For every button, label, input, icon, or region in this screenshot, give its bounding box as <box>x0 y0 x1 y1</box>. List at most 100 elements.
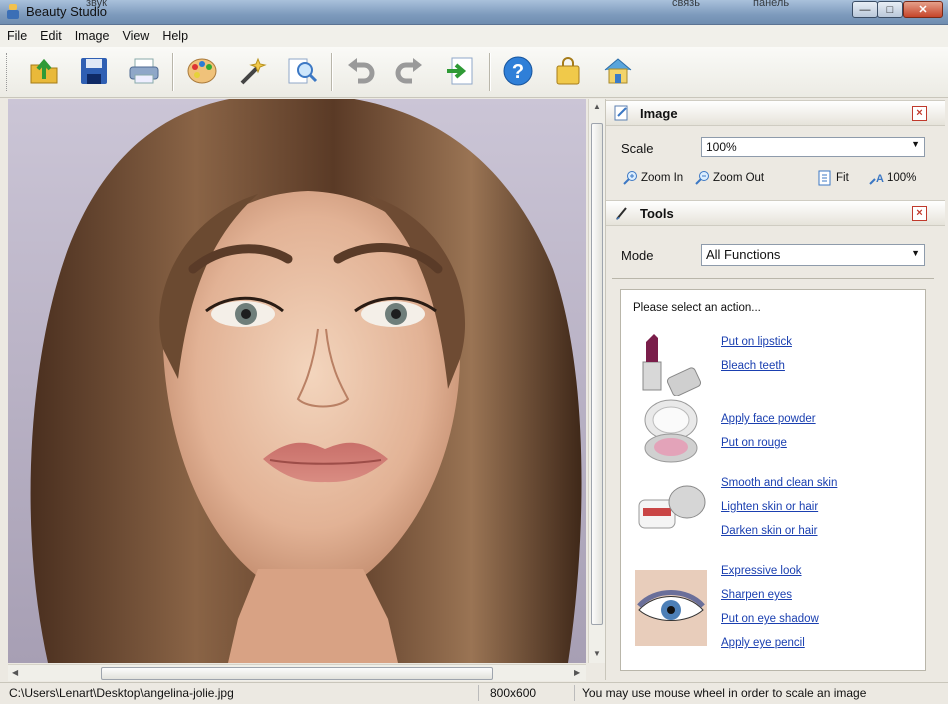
menu-help[interactable]: Help <box>155 25 194 43</box>
status-tip: You may use mouse wheel in order to scal… <box>582 686 867 700</box>
scale-value: 100% <box>706 140 737 154</box>
zoom-in-button[interactable]: Zoom In <box>622 170 683 186</box>
tools-section-header[interactable]: Tools × <box>606 200 945 226</box>
sharpen-eyes-link[interactable]: Sharpen eyes <box>721 589 792 601</box>
divider <box>612 278 934 279</box>
open-button[interactable] <box>26 53 62 89</box>
put-on-rouge-link[interactable]: Put on rouge <box>721 437 787 449</box>
status-dimensions: 800x600 <box>490 686 537 700</box>
chevron-down-icon: ▼ <box>911 139 920 149</box>
lipstick-icon <box>642 334 702 396</box>
shop-button[interactable] <box>550 53 586 89</box>
portrait-photo <box>8 99 586 663</box>
close-image-section-button[interactable]: × <box>912 106 927 121</box>
background-label: панель <box>753 0 790 9</box>
status-divider <box>478 685 479 701</box>
eye-icon <box>635 570 707 646</box>
lighten-skin-or-hair-link[interactable]: Lighten skin or hair <box>721 501 818 513</box>
magic-wand-icon <box>240 57 267 85</box>
toolbar-grip[interactable] <box>6 53 10 91</box>
expressive-look-link[interactable]: Expressive look <box>721 565 802 577</box>
menu-file[interactable]: File <box>0 25 33 43</box>
status-divider <box>574 685 575 701</box>
status-file-path: C:\Users\Lenart\Desktop\angelina-jolie.j… <box>9 686 234 700</box>
scroll-left-icon[interactable]: ◀ <box>12 668 18 677</box>
put-on-lipstick-link[interactable]: Put on lipstick <box>721 336 792 348</box>
apply-face-powder-link[interactable]: Apply face powder <box>721 413 816 425</box>
background-label: связь <box>672 0 700 9</box>
brush-icon <box>616 207 627 220</box>
close-icon: ✕ <box>918 4 928 16</box>
scale-select[interactable]: 100% ▼ <box>701 137 925 157</box>
image-canvas[interactable] <box>8 99 586 663</box>
image-section-title: Image <box>640 106 678 121</box>
undo-button[interactable] <box>342 53 378 89</box>
actual-size-label: 100% <box>887 172 917 184</box>
undo-icon <box>348 58 375 84</box>
menu-edit[interactable]: Edit <box>33 25 68 43</box>
shop-bag-icon <box>556 57 580 85</box>
side-panel: Image × Scale 100% ▼ Zoom In Zoom Out Fi… <box>605 99 945 680</box>
close-button[interactable]: ✕ <box>903 1 943 18</box>
actual-size-button[interactable]: A 100% <box>868 170 916 186</box>
title-bar[interactable]: Beauty Studio звук связь панель — □ ✕ <box>0 0 948 25</box>
toolbar-separator <box>331 53 333 91</box>
actual-size-icon: A <box>869 173 884 185</box>
smooth-and-clean-skin-link[interactable]: Smooth and clean skin <box>721 477 837 489</box>
image-section-header[interactable]: Image × <box>606 100 945 126</box>
mode-label: Mode <box>621 248 654 263</box>
save-icon <box>81 58 107 84</box>
darken-skin-or-hair-link[interactable]: Darken skin or hair <box>721 525 818 537</box>
close-tools-section-button[interactable]: × <box>912 206 927 221</box>
export-icon <box>447 57 473 85</box>
magic-wand-button[interactable] <box>234 53 270 89</box>
maximize-icon: □ <box>886 3 894 16</box>
put-on-eye-shadow-link[interactable]: Put on eye shadow <box>721 613 819 625</box>
home-button[interactable] <box>600 53 636 89</box>
toolbar-separator <box>489 53 491 91</box>
actions-hint: Please select an action... <box>633 302 761 314</box>
apply-eye-pencil-link[interactable]: Apply eye pencil <box>721 637 805 649</box>
actions-list: Please select an action... Put on lipsti… <box>620 289 926 671</box>
cream-jar-icon <box>638 485 706 529</box>
svg-text:A: A <box>876 173 884 185</box>
image-settings-icon <box>614 105 628 121</box>
menu-view[interactable]: View <box>115 25 155 43</box>
zoom-in-icon <box>623 171 637 185</box>
maximize-button[interactable]: □ <box>877 1 903 18</box>
chevron-down-icon: ▼ <box>911 248 920 258</box>
palette-button[interactable] <box>184 53 220 89</box>
save-button[interactable] <box>76 53 112 89</box>
vertical-scroll-thumb[interactable] <box>591 123 603 625</box>
scroll-down-icon[interactable]: ▼ <box>593 649 601 658</box>
scroll-up-icon[interactable]: ▲ <box>593 102 601 111</box>
help-button[interactable]: ? <box>500 53 536 89</box>
scale-label: Scale <box>621 141 654 156</box>
scroll-right-icon[interactable]: ▶ <box>574 668 580 677</box>
mode-select[interactable]: All Functions ▼ <box>701 244 925 266</box>
app-window: Beauty Studio звук связь панель — □ ✕ Fi… <box>0 0 948 704</box>
export-button[interactable] <box>442 53 478 89</box>
bleach-teeth-link[interactable]: Bleach teeth <box>721 360 785 372</box>
redo-button[interactable] <box>392 53 428 89</box>
print-icon <box>129 58 159 84</box>
tools-section-title: Tools <box>640 206 674 221</box>
zoom-icon <box>288 58 318 84</box>
svg-text:?: ? <box>512 61 524 83</box>
horizontal-scrollbar[interactable]: ◀ ▶ <box>8 664 586 681</box>
fit-button[interactable]: Fit <box>817 170 849 186</box>
zoom-button[interactable] <box>284 53 320 89</box>
zoom-out-label: Zoom Out <box>713 172 765 184</box>
vertical-scrollbar[interactable]: ▲ ▼ <box>588 99 605 663</box>
home-icon <box>604 58 632 84</box>
redo-icon <box>395 58 422 84</box>
menu-image[interactable]: Image <box>68 25 116 43</box>
print-button[interactable] <box>126 53 162 89</box>
horizontal-scroll-thumb[interactable] <box>101 667 493 680</box>
open-icon <box>30 58 58 84</box>
minimize-button[interactable]: — <box>852 1 878 18</box>
app-icon <box>7 4 19 19</box>
zoom-out-icon <box>695 171 709 185</box>
mode-value: All Functions <box>706 247 781 262</box>
zoom-out-button[interactable]: Zoom Out <box>694 170 764 186</box>
